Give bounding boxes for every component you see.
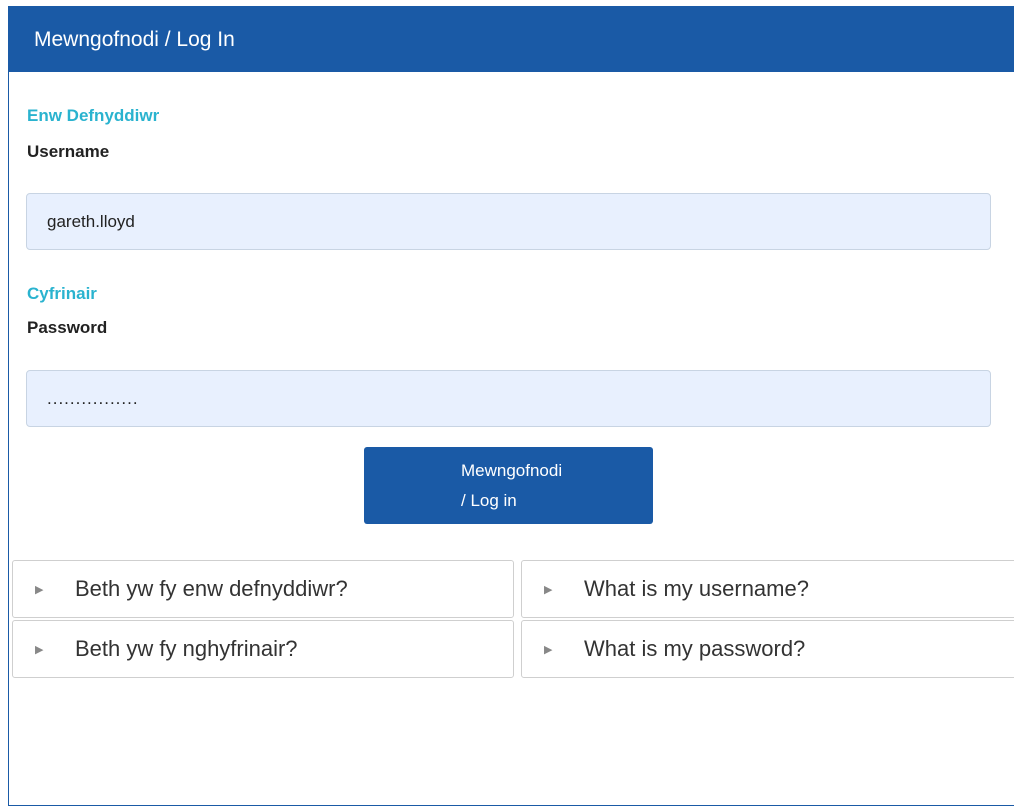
help-password-welsh-label: Beth yw fy nghyfrinair? — [75, 636, 298, 661]
help-password-english[interactable]: ▶ What is my password? — [521, 620, 1014, 678]
panel-title: Mewngofnodi / Log In — [9, 7, 1014, 72]
help-username-welsh[interactable]: ▶ Beth yw fy enw defnyddiwr? — [12, 560, 514, 618]
help-username-welsh-label: Beth yw fy enw defnyddiwr? — [75, 576, 348, 601]
username-label-welsh: Enw Defnyddiwr — [27, 106, 160, 125]
login-button[interactable]: Mewngofnodi / Log in — [364, 447, 653, 524]
username-label-english: Username — [27, 142, 110, 161]
login-button-label-english: / Log in — [461, 490, 517, 510]
password-label-welsh: Cyfrinair — [27, 284, 97, 303]
password-label-english: Password — [27, 318, 108, 337]
caret-right-icon: ▶ — [544, 644, 553, 656]
help-password-welsh[interactable]: ▶ Beth yw fy nghyfrinair? — [12, 620, 514, 678]
caret-right-icon: ▶ — [35, 644, 44, 656]
help-password-english-label: What is my password? — [584, 636, 806, 661]
help-username-english[interactable]: ▶ What is my username? — [521, 560, 1014, 618]
password-input[interactable] — [26, 370, 991, 427]
caret-right-icon: ▶ — [544, 584, 553, 596]
caret-right-icon: ▶ — [35, 584, 44, 596]
login-button-label-welsh: Mewngofnodi — [461, 460, 563, 480]
username-input[interactable] — [26, 193, 991, 250]
help-username-english-label: What is my username? — [584, 576, 809, 601]
